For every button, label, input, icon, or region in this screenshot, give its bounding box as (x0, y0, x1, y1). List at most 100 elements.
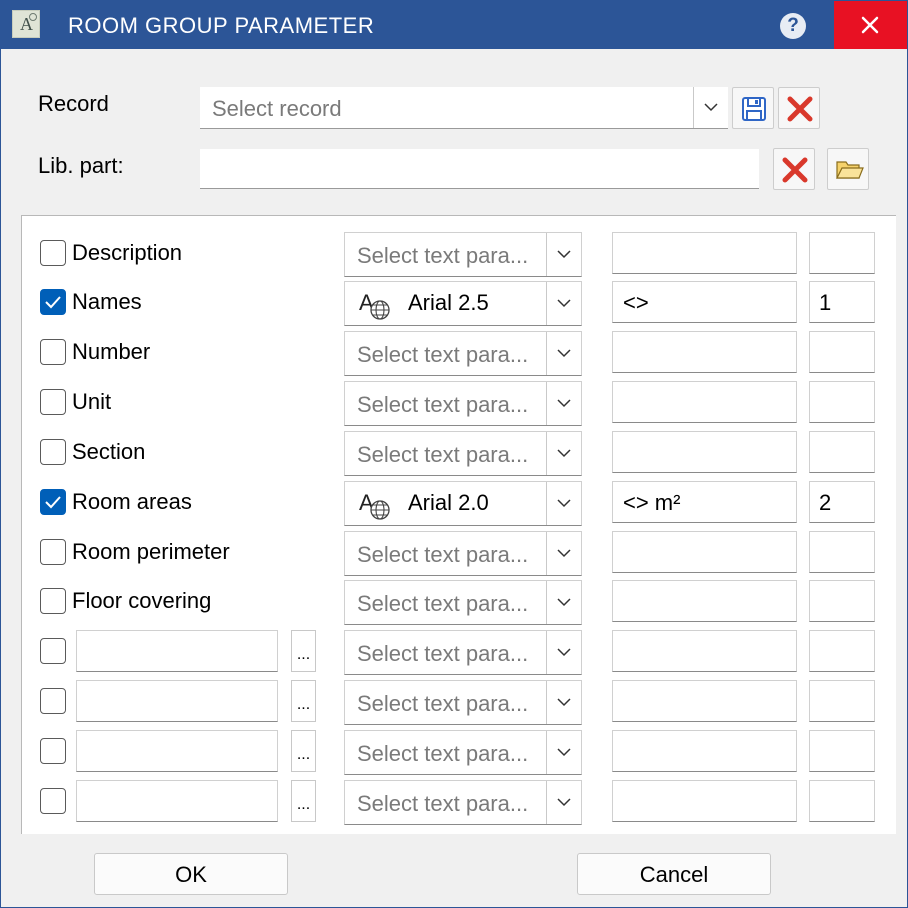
custom-row-text-param-combo[interactable]: Select text para... (344, 680, 582, 725)
custom-row-browse-button[interactable]: ... (291, 780, 316, 822)
custom-row-number-field[interactable] (809, 780, 875, 822)
number-checkbox[interactable] (40, 339, 66, 365)
param-row-names: Names A Arial 2.5 <> 1 (22, 281, 896, 326)
custom-row-browse-button[interactable]: ... (291, 630, 316, 672)
section-prefix-field[interactable] (612, 431, 797, 473)
delete-x-icon (782, 157, 808, 183)
names-prefix-field[interactable]: <> (612, 281, 797, 323)
custom-row-name-field[interactable] (76, 730, 278, 772)
text-param-value: Arial 2.5 (408, 290, 489, 315)
chevron-down-icon (704, 103, 718, 112)
custom-row-browse-button[interactable]: ... (291, 680, 316, 722)
room-perimeter-text-param-combo[interactable]: Select text para... (344, 531, 582, 576)
custom-row-number-field[interactable] (809, 680, 875, 722)
lib-part-field[interactable] (200, 149, 759, 189)
record-dropdown-button[interactable] (693, 87, 728, 128)
custom-row-name-field[interactable] (76, 780, 278, 822)
unit-prefix-field[interactable] (612, 381, 797, 423)
custom-row-prefix-field[interactable] (612, 680, 797, 722)
room-perimeter-checkbox[interactable] (40, 539, 66, 565)
text-param-dropdown-button[interactable] (546, 631, 581, 674)
names-label: Names (72, 289, 142, 314)
custom-row-checkbox[interactable] (40, 688, 66, 714)
number-text-param-combo[interactable]: Select text para... (344, 331, 582, 376)
floor-covering-prefix-field[interactable] (612, 580, 797, 622)
custom-row-prefix-field[interactable] (612, 780, 797, 822)
text-param-placeholder: Select text para... (357, 791, 529, 816)
room-areas-text-param-combo[interactable]: A Arial 2.0 (344, 481, 582, 526)
ok-button[interactable]: OK (94, 853, 288, 895)
help-button[interactable]: ? (780, 13, 806, 39)
text-param-placeholder: Select text para... (357, 442, 529, 467)
chevron-down-icon (557, 449, 571, 458)
section-text-param-combo[interactable]: Select text para... (344, 431, 582, 476)
room-perimeter-number-field[interactable] (809, 531, 875, 573)
custom-row-prefix-field[interactable] (612, 730, 797, 772)
custom-row-number-field[interactable] (809, 730, 875, 772)
number-number-field[interactable] (809, 331, 875, 373)
text-param-dropdown-button[interactable] (546, 781, 581, 824)
text-param-dropdown-button[interactable] (546, 233, 581, 276)
description-checkbox[interactable] (40, 240, 66, 266)
chevron-down-icon (557, 648, 571, 657)
description-number-field[interactable] (809, 232, 875, 274)
delete-record-button[interactable] (778, 87, 820, 129)
delete-lib-part-button[interactable] (773, 148, 815, 190)
names-checkbox[interactable] (40, 289, 66, 315)
chevron-down-icon (557, 798, 571, 807)
browse-lib-part-button[interactable] (827, 148, 869, 190)
custom-row-prefix-field[interactable] (612, 630, 797, 672)
custom-row-checkbox[interactable] (40, 788, 66, 814)
floor-covering-checkbox[interactable] (40, 588, 66, 614)
text-param-placeholder: Select text para... (357, 542, 529, 567)
chevron-down-icon (557, 748, 571, 757)
text-param-dropdown-button[interactable] (546, 332, 581, 375)
floor-covering-text-param-combo[interactable]: Select text para... (344, 580, 582, 625)
description-prefix-field[interactable] (612, 232, 797, 274)
record-combo[interactable]: Select record (200, 87, 728, 129)
unit-number-field[interactable] (809, 381, 875, 423)
text-param-dropdown-button[interactable] (546, 432, 581, 475)
room-perimeter-prefix-field[interactable] (612, 531, 797, 573)
custom-row-text-param-combo[interactable]: Select text para... (344, 630, 582, 675)
cancel-button[interactable]: Cancel (577, 853, 771, 895)
section-number-field[interactable] (809, 431, 875, 473)
text-param-dropdown-button[interactable] (546, 731, 581, 774)
text-param-dropdown-button[interactable] (546, 282, 581, 325)
text-param-placeholder: Select text para... (357, 243, 529, 268)
unit-checkbox[interactable] (40, 389, 66, 415)
custom-row-name-field[interactable] (76, 680, 278, 722)
number-prefix-field[interactable] (612, 331, 797, 373)
param-row-unit: Unit Select text para... (22, 381, 896, 426)
room-areas-prefix-field[interactable]: <> m² (612, 481, 797, 523)
custom-row-checkbox[interactable] (40, 738, 66, 764)
room-areas-number-field[interactable]: 2 (809, 481, 875, 523)
description-text-param-combo[interactable]: Select text para... (344, 232, 582, 277)
delete-x-icon (787, 96, 813, 122)
text-param-dropdown-button[interactable] (546, 482, 581, 525)
custom-row-text-param-combo[interactable]: Select text para... (344, 730, 582, 775)
custom-row-text-param-combo[interactable]: Select text para... (344, 780, 582, 825)
names-number-field[interactable]: 1 (809, 281, 875, 323)
app-icon-corner (29, 13, 37, 21)
room-areas-checkbox[interactable] (40, 489, 66, 515)
text-param-placeholder: Select text para... (357, 641, 529, 666)
number-label: Number (72, 339, 151, 364)
text-param-dropdown-button[interactable] (546, 532, 581, 575)
custom-row-name-field[interactable] (76, 630, 278, 672)
save-record-button[interactable] (732, 87, 774, 129)
close-button[interactable] (834, 1, 907, 49)
app-icon: A (12, 10, 40, 38)
param-row-section: Section Select text para... (22, 431, 896, 476)
floor-covering-number-field[interactable] (809, 580, 875, 622)
text-param-dropdown-button[interactable] (546, 382, 581, 425)
chevron-down-icon (557, 349, 571, 358)
custom-row-checkbox[interactable] (40, 638, 66, 664)
custom-row-browse-button[interactable]: ... (291, 730, 316, 772)
names-text-param-combo[interactable]: A Arial 2.5 (344, 281, 582, 326)
custom-row-number-field[interactable] (809, 630, 875, 672)
text-param-dropdown-button[interactable] (546, 681, 581, 724)
section-checkbox[interactable] (40, 439, 66, 465)
unit-text-param-combo[interactable]: Select text para... (344, 381, 582, 426)
text-param-dropdown-button[interactable] (546, 581, 581, 624)
